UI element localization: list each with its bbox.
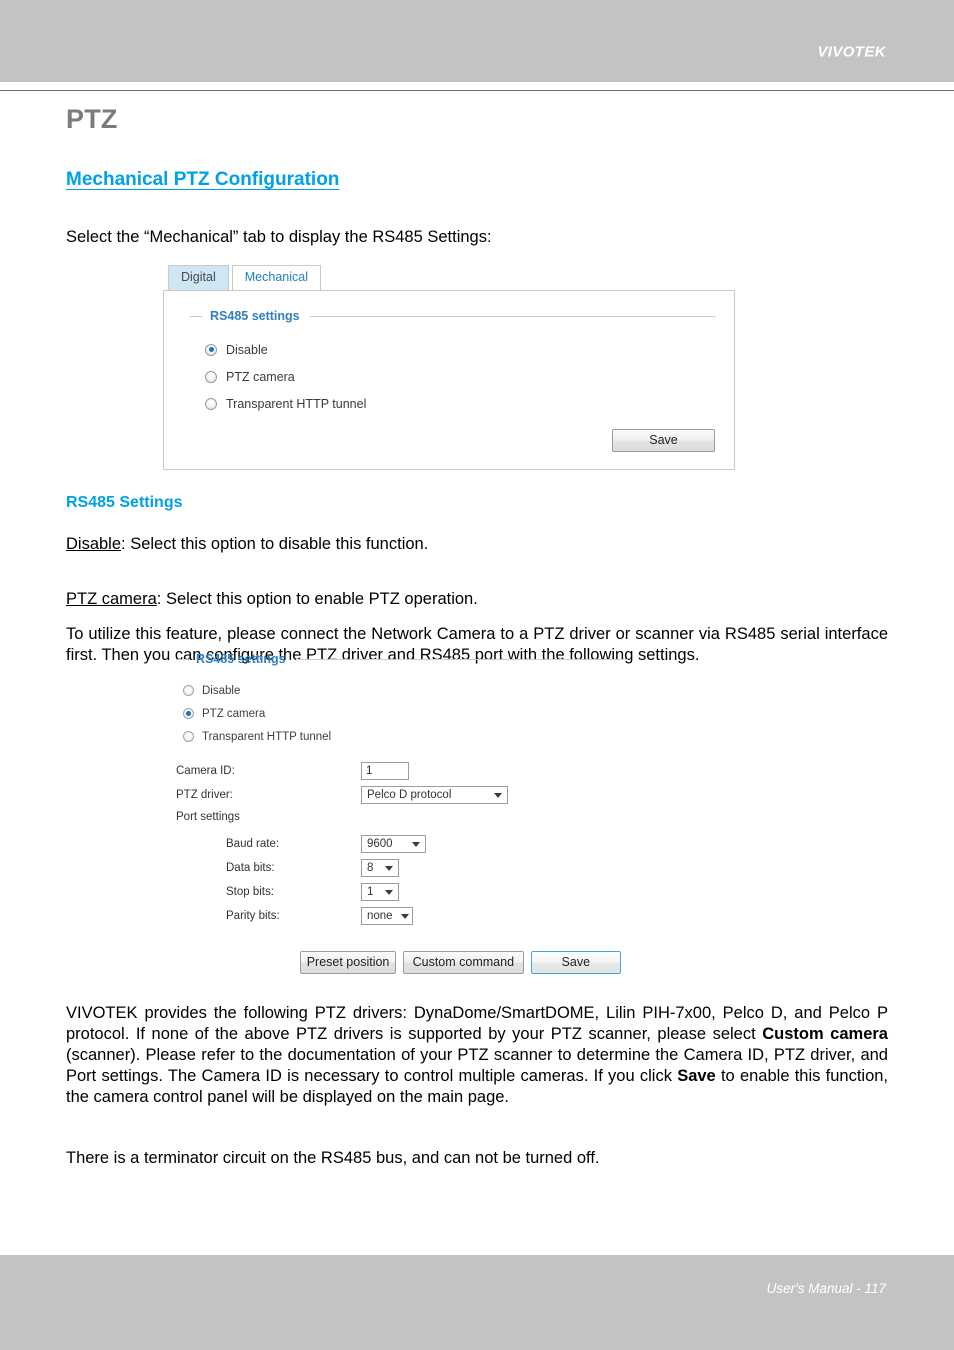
rs485-settings-panel: RS485 settings Disable PTZ camera Transp… <box>163 290 735 470</box>
paragraph-ptz-drivers: VIVOTEK provides the following PTZ drive… <box>66 1003 888 1109</box>
label-port-settings: Port settings <box>176 811 240 823</box>
radio-ptz-camera-icon[interactable] <box>205 370 217 383</box>
fieldset-header-rs485: RS485 settings <box>190 309 716 323</box>
radio-transparent-http-tunnel-icon-2[interactable] <box>183 731 194 742</box>
baud-rate-selected-value: 9600 <box>367 837 393 850</box>
ptz-driver-selected-value: Pelco D protocol <box>367 788 452 801</box>
stop-bits-selected-value: 1 <box>367 885 374 898</box>
field-row-ptz-driver: PTZ driver: Pelco D protocol <box>176 784 628 806</box>
label-parity-bits: Parity bits: <box>226 910 280 922</box>
radio-ptz-camera-icon-2[interactable] <box>183 708 194 719</box>
preset-position-button[interactable]: Preset position <box>300 951 397 974</box>
chevron-down-icon-data <box>385 865 393 871</box>
chevron-down-icon-baud <box>412 841 420 847</box>
form-gap <box>176 748 628 758</box>
intro-paragraph: Select the “Mechanical” tab to display t… <box>66 228 492 246</box>
field-row-baud-rate: Baud rate: 9600 <box>176 833 628 855</box>
radio-group-rs485-mode: Disable PTZ camera Transparent HTTP tunn… <box>176 679 628 748</box>
field-row-stop-bits: Stop bits: 1 <box>176 881 628 903</box>
data-bits-select[interactable]: 8 <box>361 859 399 877</box>
chevron-down-icon-parity <box>400 913 409 919</box>
collapse-dash-icon-2[interactable] <box>176 658 188 660</box>
drivers-bold-custom-camera: Custom camera <box>762 1024 888 1043</box>
radio-disable-icon-2[interactable] <box>183 685 194 696</box>
sub-heading-rs485-settings: RS485 Settings <box>66 494 183 512</box>
fieldset-legend: RS485 settings <box>210 309 300 323</box>
label-baud-rate: Baud rate: <box>226 838 280 850</box>
page-header-band: VIVOTEK <box>0 0 954 82</box>
radio-row-ptz-camera-2[interactable]: PTZ camera <box>183 702 628 725</box>
fieldset-legend-2: RS485 settings <box>196 652 286 666</box>
label-data-bits: Data bits: <box>226 862 275 874</box>
fieldset-header-rs485-expanded: RS485 settings <box>176 652 628 666</box>
chevron-down-icon-stop <box>385 889 393 895</box>
ptz-driver-select[interactable]: Pelco D protocol <box>361 786 508 804</box>
paragraph-ptz-camera: PTZ camera: Select this option to enable… <box>66 589 888 610</box>
radio-disable-icon[interactable] <box>205 343 217 356</box>
fieldset-rule <box>309 315 716 317</box>
footer-page-label: User's Manual - 117 <box>766 1281 886 1296</box>
field-row-data-bits: Data bits: 8 <box>176 857 628 879</box>
radio-row-transparent-http-tunnel[interactable]: Transparent HTTP tunnel <box>205 390 734 417</box>
radio-row-disable-2[interactable]: Disable <box>183 679 628 702</box>
custom-command-button[interactable]: Custom command <box>403 951 524 974</box>
data-bits-selected-value: 8 <box>367 861 374 874</box>
radio-label-disable-2: Disable <box>202 684 241 697</box>
radio-row-disable[interactable]: Disable <box>205 336 734 363</box>
parity-bits-selected-value: none <box>367 909 393 922</box>
save-button[interactable]: Save <box>612 429 715 452</box>
radio-label-transparent-http-tunnel-2: Transparent HTTP tunnel <box>202 730 332 743</box>
paragraph-disable: Disable: Select this option to disable t… <box>66 534 888 555</box>
collapse-dash-icon[interactable] <box>190 315 202 317</box>
tabstrip: Digital Mechanical <box>168 265 735 290</box>
radio-row-ptz-camera[interactable]: PTZ camera <box>205 363 734 390</box>
radio-label-ptz-camera: PTZ camera <box>226 369 295 384</box>
page-title: PTZ <box>66 104 118 134</box>
label-camera-id: Camera ID: <box>176 765 235 777</box>
parity-bits-select[interactable]: none <box>361 907 413 925</box>
stop-bits-select[interactable]: 1 <box>361 883 399 901</box>
term-disable-rest: : Select this option to disable this fun… <box>121 535 429 554</box>
chevron-down-icon <box>494 792 502 798</box>
camera-id-input[interactable]: 1 <box>361 762 409 780</box>
term-disable: Disable <box>66 535 122 554</box>
drivers-bold-save: Save <box>677 1066 716 1085</box>
radio-label-disable: Disable <box>226 342 268 357</box>
term-ptz-camera: PTZ camera <box>66 590 157 609</box>
section-link-mechanical-ptz-configuration[interactable]: Mechanical PTZ Configuration <box>66 169 339 191</box>
tab-mechanical[interactable]: Mechanical <box>231 265 321 290</box>
form-button-row: Preset position Custom command Save <box>300 951 628 974</box>
header-divider-rule <box>0 90 954 91</box>
term-ptz-camera-rest: : Select this option to enable PTZ opera… <box>156 590 478 609</box>
page-footer-band: User's Manual - 117 <box>0 1255 954 1350</box>
ptz-settings-widget-disabled-state: Digital Mechanical RS485 settings Disabl… <box>163 265 735 470</box>
label-ptz-driver: PTZ driver: <box>176 789 233 801</box>
field-row-parity-bits: Parity bits: none <box>176 905 628 927</box>
paragraph-terminator: There is a terminator circuit on the RS4… <box>66 1149 600 1168</box>
paragraph-gap-2 <box>66 1122 888 1148</box>
tab-digital[interactable]: Digital <box>168 265 229 290</box>
fieldset-rule-2 <box>295 658 628 660</box>
radio-label-ptz-camera-2: PTZ camera <box>202 707 266 720</box>
save-button-2[interactable]: Save <box>530 951 621 974</box>
baud-rate-select[interactable]: 9600 <box>361 835 426 853</box>
field-row-camera-id: Camera ID: 1 <box>176 760 628 782</box>
label-stop-bits: Stop bits: <box>226 886 274 898</box>
ptz-settings-widget-ptz-camera-state: RS485 settings Disable PTZ camera Transp… <box>176 652 628 974</box>
radio-transparent-http-tunnel-icon[interactable] <box>205 397 217 410</box>
radio-label-transparent-http-tunnel: Transparent HTTP tunnel <box>226 396 367 411</box>
vivotek-logo: VIVOTEK <box>817 43 886 61</box>
radio-row-transparent-http-tunnel-2[interactable]: Transparent HTTP tunnel <box>183 725 628 748</box>
